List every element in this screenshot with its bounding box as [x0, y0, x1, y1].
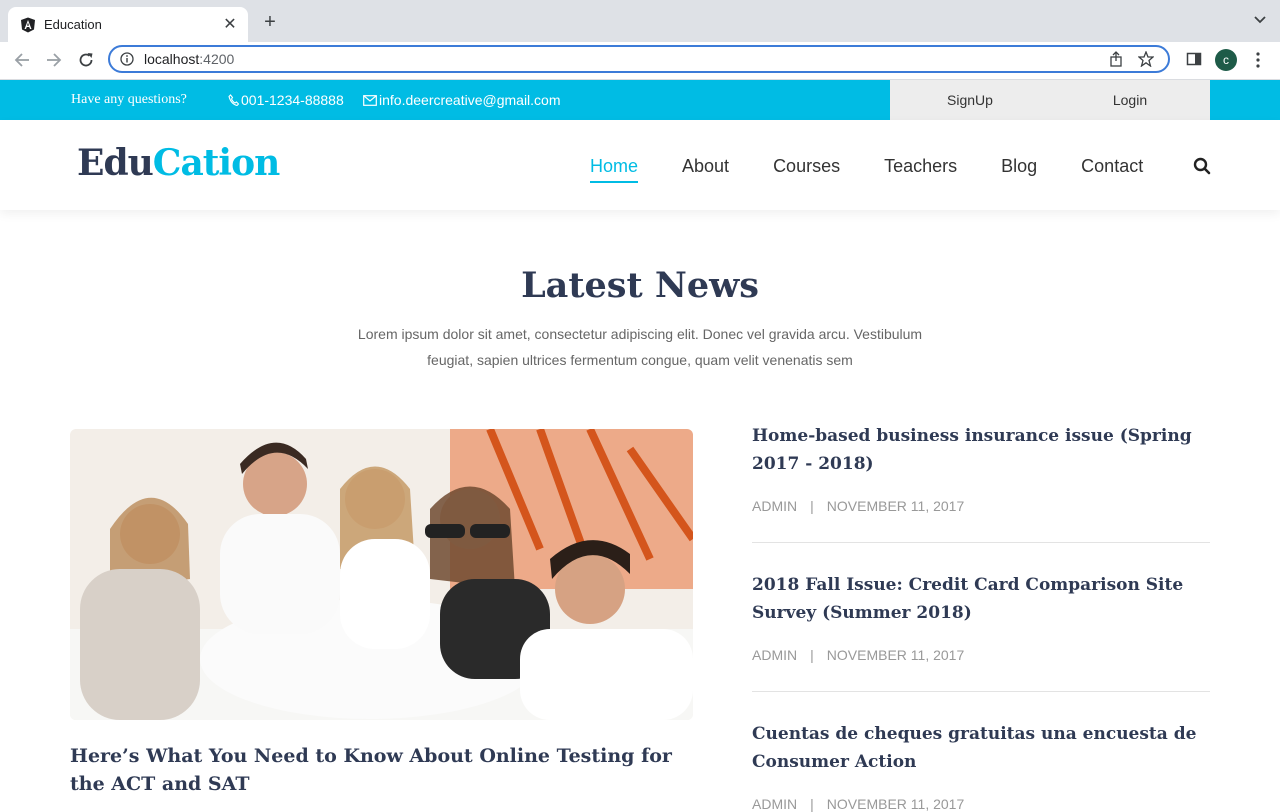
nav-blog[interactable]: Blog: [1001, 156, 1037, 183]
close-tab-icon[interactable]: ✕: [222, 16, 238, 33]
meta-separator: |: [810, 796, 814, 812]
nav-teachers[interactable]: Teachers: [884, 156, 957, 183]
news-item-meta: ADMIN | NOVEMBER 11, 2017: [752, 498, 1210, 514]
phone-contact[interactable]: 001-1234-88888: [228, 92, 344, 108]
angular-icon: [21, 17, 35, 32]
news-item-author[interactable]: ADMIN: [752, 647, 797, 663]
browser-toolbar: localhost:4200 c: [0, 42, 1280, 80]
meta-separator: |: [810, 647, 814, 663]
site-logo[interactable]: EduCation: [77, 142, 280, 184]
news-item-date: NOVEMBER 11, 2017: [826, 647, 965, 663]
news-divider: [752, 542, 1210, 543]
url-text: localhost:4200: [144, 51, 235, 67]
more-menu-icon[interactable]: [1252, 51, 1264, 69]
bookmark-star-icon[interactable]: [1138, 51, 1154, 67]
news-item-author[interactable]: ADMIN: [752, 796, 797, 812]
back-icon[interactable]: [13, 51, 31, 69]
new-tab-icon[interactable]: +: [260, 12, 280, 32]
search-icon[interactable]: [1193, 157, 1211, 175]
section-title: Latest News: [521, 265, 759, 306]
news-item-date: NOVEMBER 11, 2017: [826, 796, 965, 812]
forward-icon[interactable]: [45, 51, 63, 69]
news-item: Cuentas de cheques gratuitas una encuest…: [752, 720, 1210, 812]
news-item-title[interactable]: Home-based business insurance issue (Spr…: [752, 422, 1210, 478]
browser-tab[interactable]: Education ✕: [8, 7, 248, 42]
phone-icon: [228, 94, 239, 106]
questions-text: Have any questions?: [71, 92, 187, 107]
main-nav: Home About Courses Teachers Blog Contact: [590, 156, 1187, 183]
reload-icon[interactable]: [77, 51, 95, 69]
news-item: 2018 Fall Issue: Credit Card Comparison …: [752, 571, 1210, 663]
signup-button[interactable]: SignUp: [890, 80, 1050, 120]
site-info-icon[interactable]: [120, 52, 134, 66]
nav-contact[interactable]: Contact: [1081, 156, 1143, 183]
news-item-title[interactable]: Cuentas de cheques gratuitas una encuest…: [752, 720, 1210, 776]
section-description: Lorem ipsum dolor sit amet, consectetur …: [357, 326, 923, 368]
news-item: Home-based business insurance issue (Spr…: [752, 422, 1210, 514]
nav-courses[interactable]: Courses: [773, 156, 840, 183]
nav-about[interactable]: About: [682, 156, 729, 183]
browser-tabbar: Education ✕ +: [0, 0, 1280, 42]
profile-avatar[interactable]: c: [1215, 49, 1237, 71]
featured-news-image[interactable]: [70, 429, 693, 720]
chevron-down-icon[interactable]: [1254, 16, 1266, 24]
address-bar[interactable]: localhost:4200: [108, 45, 1170, 73]
news-divider: [752, 691, 1210, 692]
side-panel-icon[interactable]: [1186, 51, 1202, 67]
share-icon[interactable]: [1108, 51, 1124, 67]
login-button[interactable]: Login: [1050, 80, 1210, 120]
auth-links: SignUp Login: [890, 80, 1210, 120]
meta-separator: |: [810, 498, 814, 514]
news-item-meta: ADMIN | NOVEMBER 11, 2017: [752, 647, 1210, 663]
email-contact[interactable]: info.deercreative@gmail.com: [363, 92, 561, 108]
site-topbar: Have any questions? 001-1234-88888 info.…: [0, 80, 1280, 120]
news-item-title[interactable]: 2018 Fall Issue: Credit Card Comparison …: [752, 571, 1210, 627]
news-item-meta: ADMIN | NOVEMBER 11, 2017: [752, 796, 1210, 812]
site-header: EduCation Home About Courses Teachers Bl…: [0, 120, 1280, 210]
news-item-date: NOVEMBER 11, 2017: [826, 498, 965, 514]
envelope-icon: [363, 94, 377, 106]
nav-home[interactable]: Home: [590, 156, 639, 183]
featured-news-title[interactable]: Here’s What You Need to Know About Onlin…: [70, 742, 700, 798]
news-item-author[interactable]: ADMIN: [752, 498, 797, 514]
tab-title: Education: [44, 17, 102, 32]
